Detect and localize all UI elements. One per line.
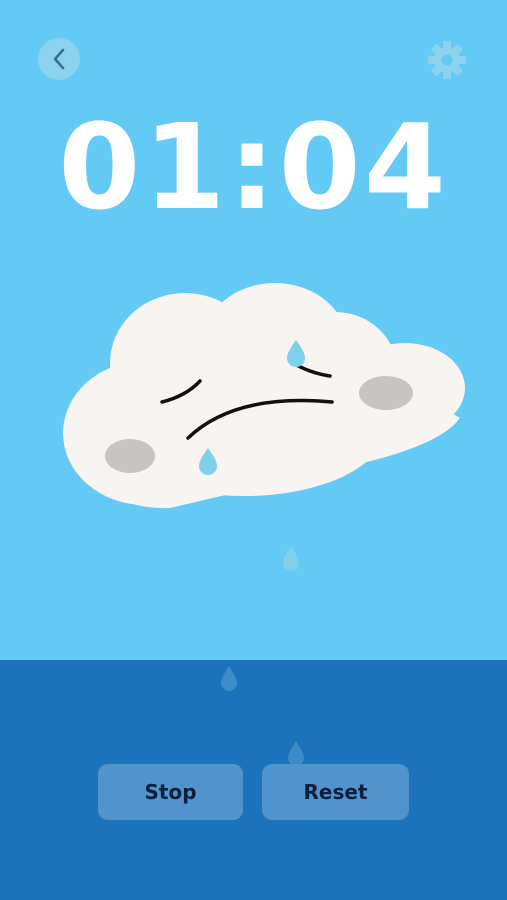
chevron-left-icon xyxy=(53,48,65,70)
sad-cloud-illustration xyxy=(63,283,465,509)
gear-icon xyxy=(428,41,466,79)
raindrop xyxy=(283,546,299,571)
back-button[interactable] xyxy=(38,38,80,80)
settings-button[interactable] xyxy=(426,39,468,81)
timer-display: 01:04 xyxy=(58,98,449,236)
water-background xyxy=(0,660,507,900)
stop-button[interactable]: Stop xyxy=(98,764,243,820)
reset-button[interactable]: Reset xyxy=(262,764,409,820)
raindrop xyxy=(221,666,237,691)
